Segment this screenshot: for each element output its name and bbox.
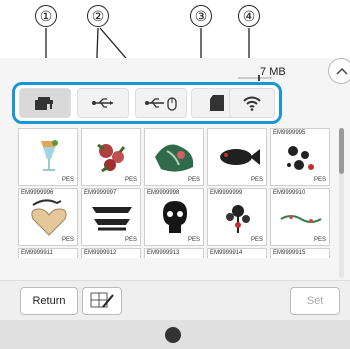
pattern-cell[interactable]: EM9999913 <box>144 248 204 258</box>
pattern-cell[interactable]: EM9999912 <box>81 248 141 258</box>
pattern-caption: EM9999914 <box>210 250 243 256</box>
pattern-cell[interactable]: EM9999996 PES <box>18 188 78 246</box>
pattern-caption: EM9999915 <box>273 250 306 256</box>
source-selector <box>12 82 282 124</box>
scrollbar-thumb[interactable] <box>339 128 344 174</box>
usb-mouse-icon <box>145 97 177 111</box>
return-button[interactable]: Return <box>20 287 78 315</box>
pattern-caption: EM9999997 <box>84 190 117 196</box>
source-machine-button[interactable] <box>19 88 71 118</box>
pattern-cell[interactable]: EM9999995 PES <box>270 128 330 186</box>
pattern-caption: EM9999913 <box>147 250 180 256</box>
file-type: PES <box>61 237 74 243</box>
flower-branch-icon <box>226 205 250 233</box>
file-type: PES <box>61 177 74 183</box>
pattern-cell[interactable]: PES <box>18 128 78 186</box>
memory-value: 7 <box>260 66 267 78</box>
border-icon <box>280 215 322 223</box>
usb-icon <box>92 98 113 108</box>
heart-icon <box>31 199 67 236</box>
sewing-machine-icon <box>35 97 53 110</box>
set-button[interactable]: Set <box>290 287 340 315</box>
pattern-caption: EM9999999 <box>210 190 243 196</box>
pattern-caption: EM9999912 <box>84 250 117 256</box>
file-type: PES <box>124 237 137 243</box>
source-wireless-button[interactable] <box>229 88 275 118</box>
file-type: PES <box>313 237 326 243</box>
cocktail-glass-icon <box>41 140 58 171</box>
callout-2: ② <box>87 5 109 27</box>
source-usb-button[interactable] <box>77 88 129 118</box>
clock-icon <box>165 327 181 343</box>
flower-icon <box>97 143 126 173</box>
pattern-caption: EM9999995 <box>273 130 306 136</box>
pattern-caption: EM9999911 <box>21 250 53 256</box>
pattern-cell[interactable]: PES <box>144 128 204 186</box>
banner-icon <box>92 207 132 231</box>
file-type: PES <box>250 177 263 183</box>
pattern-cell[interactable]: PES <box>207 128 267 186</box>
bottom-bar: Return Set <box>0 280 350 320</box>
pattern-cell[interactable]: PES <box>81 128 141 186</box>
pattern-cell[interactable]: EM9999911 <box>18 248 78 258</box>
grid-edit-icon <box>90 292 114 308</box>
callout-1: ① <box>35 5 57 27</box>
chevron-up-icon <box>336 67 348 75</box>
leaves-icon <box>155 144 194 172</box>
scroll-up-button[interactable] <box>328 58 350 84</box>
file-type: PES <box>313 177 326 183</box>
callout-4: ④ <box>238 5 260 27</box>
pattern-cell[interactable]: EM9999915 <box>270 248 330 258</box>
file-type: PES <box>250 237 263 243</box>
pattern-cell[interactable]: EM9999998 PES <box>144 188 204 246</box>
fish-icon <box>220 149 260 165</box>
file-type: PES <box>124 177 137 183</box>
pattern-icon <box>287 146 314 170</box>
pattern-caption: EM9999998 <box>147 190 180 196</box>
memory-unit: MB <box>269 66 286 78</box>
pattern-grid: PES PES PES PES EM9999995 PES EM9999996 … <box>18 128 330 278</box>
pattern-cell[interactable]: EM9999997 PES <box>81 188 141 246</box>
edit-button[interactable] <box>82 287 122 315</box>
pattern-cell[interactable]: EM9999910 PES <box>270 188 330 246</box>
sd-card-icon <box>210 95 224 111</box>
status-bar <box>0 320 350 349</box>
wifi-icon <box>243 96 261 111</box>
pattern-caption: EM9999910 <box>273 190 306 196</box>
pattern-cell[interactable]: EM9999999 PES <box>207 188 267 246</box>
skull-icon <box>163 201 187 233</box>
source-usb-mouse-button[interactable] <box>135 88 187 118</box>
file-type: PES <box>187 177 200 183</box>
pattern-cell[interactable]: EM9999914 <box>207 248 267 258</box>
file-type: PES <box>187 237 200 243</box>
memory-indicator: 7 MB <box>260 66 286 78</box>
pattern-caption: EM9999996 <box>21 190 54 196</box>
callout-3: ③ <box>190 5 212 27</box>
